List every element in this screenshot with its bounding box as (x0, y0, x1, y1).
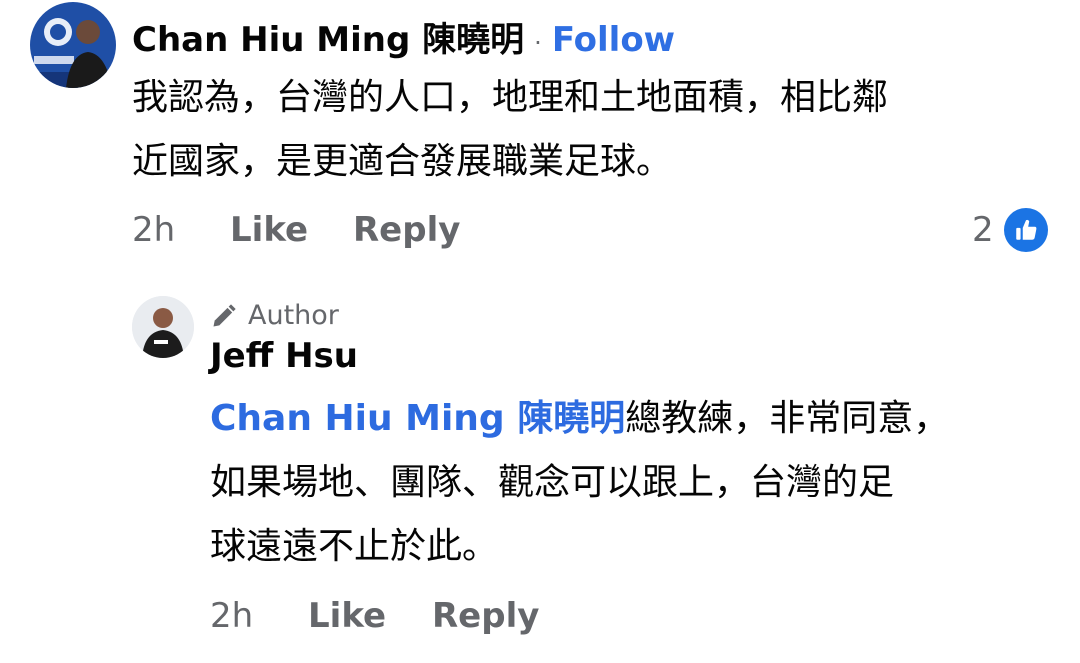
thumbs-up-glyph (1016, 219, 1037, 240)
pencil-icon (213, 303, 236, 326)
separator-dot: · (534, 29, 542, 57)
reaction-count[interactable]: 2 (972, 210, 994, 250)
reply-timestamp[interactable]: 2h (210, 596, 253, 636)
follow-button[interactable]: Follow (552, 20, 675, 60)
like-button[interactable]: Like (230, 210, 308, 250)
reply-text-line: 總教練，非常同意， (625, 398, 950, 439)
mention-link[interactable]: Chan Hiu Ming 陳曉明 (210, 398, 625, 439)
reply-author-avatar[interactable] (132, 296, 194, 358)
comment-text-line: 近國家，是更適合發展職業足球。 (132, 141, 673, 182)
reply-like-button[interactable]: Like (308, 596, 386, 636)
reply-text-line: 如果場地、團隊、觀念可以跟上，台灣的足 (210, 462, 895, 503)
reply-text-line: 球遠遠不止於此。 (210, 526, 499, 567)
avatar-photo (132, 296, 194, 358)
comment-timestamp[interactable]: 2h (132, 210, 175, 250)
reply-button[interactable]: Reply (353, 210, 460, 250)
author-badge-label: Author (248, 300, 339, 331)
avatar-photo (30, 2, 116, 88)
commenter-avatar[interactable] (30, 2, 116, 88)
comment-text-line: 我認為，台灣的人口，地理和土地面積，相比鄰 (132, 77, 889, 118)
reply-reply-button[interactable]: Reply (432, 596, 539, 636)
thumbs-up-icon[interactable] (1004, 208, 1048, 252)
commenter-name[interactable]: Chan Hiu Ming 陳曉明 (132, 12, 524, 61)
reply-author-name[interactable]: Jeff Hsu (210, 336, 358, 376)
